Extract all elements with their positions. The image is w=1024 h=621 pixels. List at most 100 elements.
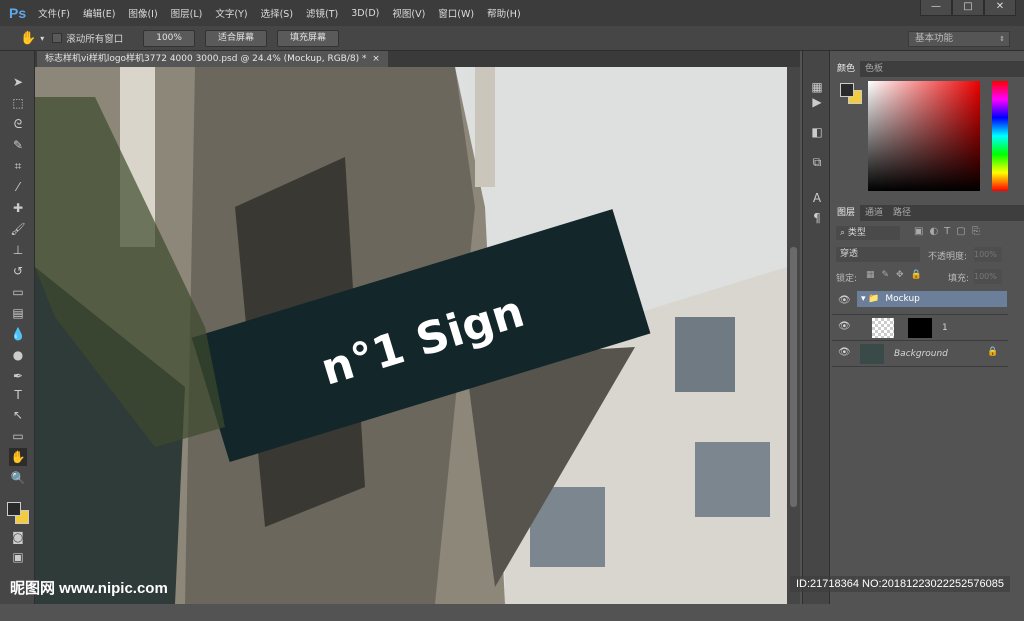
layer-row-1[interactable]: 👁 1 — [832, 315, 1008, 341]
layer-filter-select[interactable]: ⌕ 类型 — [836, 226, 900, 240]
menu-type[interactable]: 文字(Y) — [215, 6, 247, 20]
tab-color[interactable]: 颜色 — [832, 61, 861, 77]
blend-mode-select[interactable]: 穿透 — [836, 247, 920, 262]
color-panel-tabs: 颜色 色板 — [832, 61, 1024, 77]
chevron-updown-icon: ⇕ — [999, 35, 1005, 43]
blur-tool-icon[interactable]: 💧 — [9, 325, 27, 343]
blend-mode-value: 穿透 — [840, 249, 859, 259]
tab-swatches[interactable]: 色板 — [860, 61, 888, 77]
maximize-button[interactable]: □ — [952, 0, 984, 16]
minimize-button[interactable]: — — [920, 0, 952, 16]
opacity-label: 不透明度: — [928, 252, 968, 262]
hand-tool-icon[interactable]: ✋ — [20, 31, 36, 46]
close-button[interactable]: ✕ — [984, 0, 1016, 16]
screen-mode-icon[interactable]: ▣ — [9, 548, 27, 566]
menu-file[interactable]: 文件(F) — [38, 6, 70, 20]
layers-panel-tabs: 图层 通道 路径 — [832, 205, 1024, 221]
watermark-site: 昵图网 www.nipic.com — [10, 580, 168, 597]
filter-icons[interactable]: ▣◐T▢⎘ — [914, 226, 986, 237]
tab-channels[interactable]: 通道 — [860, 205, 888, 221]
pen-tool-icon[interactable]: ✒ — [9, 367, 27, 385]
close-tab-icon[interactable]: × — [372, 54, 380, 64]
right-panels: 颜色 色板 图层 通道 路径 ⌕ 类型 ▣◐T▢⎘ 穿透 不透明度: 100% … — [832, 51, 1024, 604]
lasso-tool-icon[interactable]: ᘓ — [9, 115, 27, 133]
layer-row-background[interactable]: 👁 Background 🔒 — [832, 341, 1008, 367]
scrollbar-thumb[interactable] — [790, 247, 797, 507]
history-icon[interactable]: ▦ — [809, 80, 825, 96]
layer-filter-label: 类型 — [847, 228, 866, 238]
menu-edit[interactable]: 编辑(E) — [83, 6, 115, 20]
document-tab-bar: 标志样机vi样机logo样机3772 4000 3000.psd @ 24.4%… — [35, 51, 800, 67]
workspace-select[interactable]: 基本功能 ⇕ — [908, 31, 1010, 47]
smart-object-thumbnail — [872, 318, 894, 338]
scroll-all-label: 滚动所有窗口 — [66, 34, 124, 45]
color-field[interactable] — [868, 81, 980, 191]
menu-filter[interactable]: 滤镜(T) — [306, 6, 338, 20]
path-select-tool-icon[interactable]: ↖ — [9, 406, 27, 424]
clone-source-icon[interactable]: ⧉ — [809, 155, 825, 171]
visibility-eye-icon[interactable]: 👁 — [838, 347, 851, 358]
menu-view[interactable]: 视图(V) — [392, 6, 425, 20]
character-icon[interactable]: A — [809, 191, 825, 207]
menu-window[interactable]: 窗口(W) — [438, 6, 474, 20]
mockup-photo: n°1 Sign — [35, 67, 787, 604]
menu-layer[interactable]: 图层(L) — [171, 6, 203, 20]
menu-3d[interactable]: 3D(D) — [351, 8, 379, 19]
stamp-tool-icon[interactable]: ⊥ — [9, 241, 27, 259]
foreground-color-swatch[interactable] — [7, 502, 21, 516]
workspace-label: 基本功能 — [915, 33, 954, 44]
marquee-tool-icon[interactable]: ⬚ — [9, 94, 27, 112]
eyedropper-tool-icon[interactable]: ⁄ — [9, 178, 27, 196]
menu-help[interactable]: 帮助(H) — [487, 6, 521, 20]
healing-tool-icon[interactable]: ✚ — [9, 199, 27, 217]
fill-label: 填充: — [948, 274, 970, 284]
paragraph-icon[interactable]: ¶ — [809, 211, 825, 227]
document-title: 标志样机vi样机logo样机3772 4000 3000.psd @ 24.4%… — [45, 54, 367, 64]
fill-screen-button[interactable]: 填充屏幕 — [276, 29, 339, 47]
vertical-scrollbar[interactable] — [787, 67, 800, 604]
opacity-input[interactable]: 100% — [974, 247, 1002, 262]
zoom-tool-icon[interactable]: 🔍 — [9, 469, 27, 487]
zoom-100-button[interactable]: 100% — [143, 29, 195, 47]
document-canvas[interactable]: n°1 Sign — [35, 67, 787, 604]
crop-tool-icon[interactable]: ⌗ — [9, 157, 27, 175]
layer-row-mockup[interactable]: 👁 ▾ 📁 Mockup — [832, 289, 1008, 315]
panel-foreground-swatch[interactable] — [840, 83, 854, 97]
hue-slider[interactable] — [992, 81, 1008, 191]
layer-mask-thumbnail — [908, 318, 932, 338]
panel-icon-strip: ▦ ▶ ◧ ⧉ A ¶ — [802, 51, 830, 604]
visibility-eye-icon[interactable]: 👁 — [838, 321, 851, 332]
dodge-tool-icon[interactable]: ● — [9, 346, 27, 364]
move-tool-icon[interactable]: ➤ — [9, 73, 27, 91]
lock-label: 锁定: — [836, 274, 858, 284]
brush-tool-icon[interactable]: 🖌 — [9, 220, 27, 238]
options-bar: ✋ ▾ 滚动所有窗口 100% 适合屏幕 填充屏幕 — [0, 26, 1024, 51]
quick-mask-icon[interactable]: ◙ — [9, 528, 27, 546]
document-tab[interactable]: 标志样机vi样机logo样机3772 4000 3000.psd @ 24.4%… — [37, 51, 388, 67]
menu-select[interactable]: 选择(S) — [261, 6, 293, 20]
hand-tool-icon[interactable]: ✋ — [9, 448, 27, 466]
tab-layers[interactable]: 图层 — [832, 205, 861, 221]
layer-name: Background — [894, 349, 948, 359]
gradient-tool-icon[interactable]: ▤ — [9, 304, 27, 322]
history-brush-tool-icon[interactable]: ↺ — [9, 262, 27, 280]
tab-paths[interactable]: 路径 — [888, 205, 916, 221]
lock-icons[interactable]: ▦✎✥🔒 — [866, 270, 929, 280]
fit-screen-button[interactable]: 适合屏幕 — [204, 29, 267, 47]
tools-panel: ➤ ⬚ ᘓ ✎ ⌗ ⁄ ✚ 🖌 ⊥ ↺ ▭ ▤ 💧 ● ✒ T ↖ ▭ ✋ 🔍 … — [0, 51, 35, 604]
fill-input[interactable]: 100% — [974, 269, 1002, 284]
background-thumbnail — [860, 344, 884, 364]
layer-name: 1 — [942, 323, 948, 333]
lock-icon: 🔒 — [987, 347, 999, 357]
layer-name: Mockup — [885, 294, 920, 304]
shape-tool-icon[interactable]: ▭ — [9, 427, 27, 445]
properties-icon[interactable]: ◧ — [809, 125, 825, 141]
menu-image[interactable]: 图像(I) — [128, 6, 157, 20]
quick-select-tool-icon[interactable]: ✎ — [9, 136, 27, 154]
tool-preset-dropdown[interactable]: ▾ — [40, 34, 44, 43]
eraser-tool-icon[interactable]: ▭ — [9, 283, 27, 301]
type-tool-icon[interactable]: T — [9, 386, 27, 404]
scroll-all-checkbox[interactable] — [52, 33, 63, 43]
visibility-eye-icon[interactable]: 👁 — [838, 295, 851, 306]
actions-play-icon[interactable]: ▶ — [809, 95, 825, 111]
